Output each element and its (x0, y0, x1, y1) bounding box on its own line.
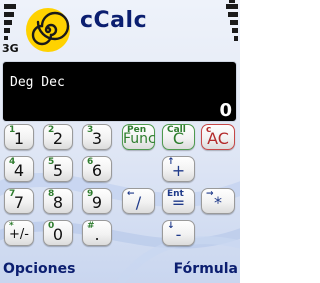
key-label: 4 (13, 161, 25, 180)
key-label: +/- (9, 227, 29, 242)
key-label: 6 (91, 161, 103, 180)
key-equals[interactable]: Ent = (162, 188, 195, 214)
key-label: Func (123, 131, 156, 147)
key-divide[interactable]: ← / (122, 188, 155, 214)
app-logo-icon (26, 8, 70, 52)
signal-strength-icon (4, 4, 18, 40)
key-label: 9 (91, 193, 103, 212)
key-label: 2 (52, 129, 64, 148)
key-1[interactable]: 1 1 (4, 124, 34, 150)
key-label: - (175, 225, 182, 244)
key-clear[interactable]: Call C (162, 124, 195, 150)
formula-softkey[interactable]: Fórmula (174, 261, 238, 277)
key-label: 3 (91, 129, 103, 148)
key-label: * (214, 193, 222, 212)
key-plus[interactable]: ↑ + (162, 156, 195, 182)
options-softkey[interactable]: Opciones (3, 261, 75, 277)
key-label: / (135, 193, 142, 212)
display-value: 0 (219, 100, 232, 121)
key-decimal[interactable]: # . (82, 220, 112, 246)
key-4[interactable]: 4 4 (4, 156, 34, 182)
key-label: = (171, 193, 186, 212)
key-7[interactable]: 7 7 (4, 188, 34, 214)
key-label: + (171, 161, 186, 180)
key-label: 8 (52, 193, 64, 212)
key-2[interactable]: 2 2 (43, 124, 73, 150)
key-label: . (94, 225, 100, 244)
key-label: C (172, 129, 185, 148)
calculator-display: Deg Dec 0 (2, 61, 237, 122)
calculator-screen: 3G cCalc Deg Dec 0 1 1 2 2 3 3 Pen Func … (0, 0, 240, 283)
key-label: 7 (13, 193, 25, 212)
key-6[interactable]: 6 6 (82, 156, 112, 182)
key-label: 1 (13, 129, 25, 148)
app-title: cCalc (80, 8, 148, 33)
angle-base-mode: Deg Dec (10, 75, 65, 90)
key-multiply[interactable]: → * (201, 188, 235, 214)
key-label: 0 (52, 225, 64, 244)
key-8[interactable]: 8 8 (43, 188, 73, 214)
key-minus[interactable]: ↓ - (162, 220, 195, 246)
key-9[interactable]: 9 9 (82, 188, 112, 214)
battery-icon (226, 0, 238, 42)
key-all-clear[interactable]: c AC (201, 124, 235, 150)
key-5[interactable]: 5 5 (43, 156, 73, 182)
key-3[interactable]: 3 3 (82, 124, 112, 150)
key-sign[interactable]: * +/- (4, 220, 34, 246)
key-label: AC (207, 129, 229, 148)
key-label: 5 (52, 161, 64, 180)
key-0[interactable]: 0 0 (43, 220, 73, 246)
key-func[interactable]: Pen Func (122, 124, 156, 150)
network-type: 3G (2, 42, 19, 55)
